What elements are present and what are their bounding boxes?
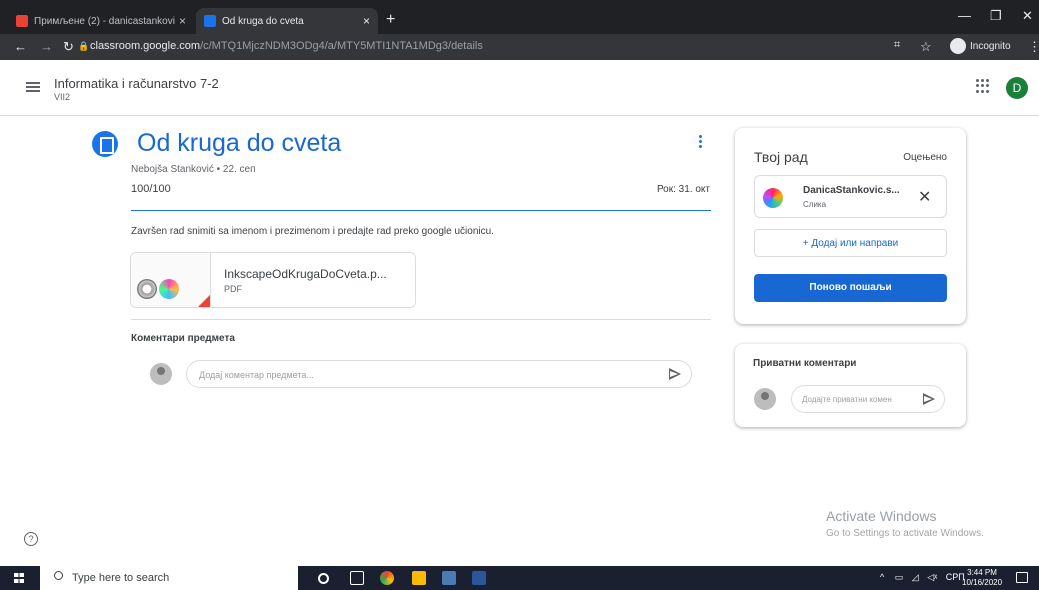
incognito-label: Incognito (970, 40, 1011, 52)
class-comments-label: Коментари предмета (131, 333, 235, 344)
close-tab-icon[interactable]: × (363, 14, 370, 28)
forward-icon[interactable]: → (40, 39, 53, 54)
assignment-description: Završen rad snimiti sa imenom i prezimen… (131, 226, 494, 237)
url-path: /c/MTQ1MjczNDM3ODg4/a/MTY5MTI1NTA1MDg3/d… (200, 40, 483, 52)
due-date: Рок: 31. окт (656, 184, 710, 195)
close-tab-icon[interactable]: × (179, 14, 186, 28)
restore-icon[interactable]: ❐ (990, 8, 1002, 24)
cortana-icon[interactable] (318, 573, 329, 584)
class-section: VII2 (54, 92, 71, 102)
reload-icon[interactable]: ↻ (63, 39, 74, 55)
tab-title: Od kruga do cveta (222, 15, 304, 27)
pdf-icon (196, 295, 210, 307)
taskbar-search[interactable]: Type here to search (40, 566, 298, 590)
assignment-meta: Nebojša Stanković • 22. сеп (131, 164, 256, 175)
chevron-up-icon[interactable]: ^ (880, 572, 884, 582)
windows-taskbar: Type here to search ^ ▭ ◿ ◁ᵡ СРП 3:44 PM… (0, 566, 1039, 590)
send-icon[interactable] (669, 368, 681, 380)
network-icon[interactable]: ◿ (912, 572, 919, 582)
divider (131, 210, 711, 211)
address-bar: ← → ↻ 🔒 classroom.google.com/c/MTQ1MjczN… (0, 34, 1039, 60)
translate-icon[interactable]: ⌗ (894, 39, 900, 52)
activate-windows-title: Activate Windows (826, 508, 937, 524)
new-tab-button[interactable]: + (386, 11, 395, 29)
lock-icon: 🔒 (78, 41, 90, 51)
notifications-icon[interactable] (1016, 572, 1028, 583)
url-field[interactable]: classroom.google.com/c/MTQ1MjczNDM3ODg4/… (90, 40, 483, 52)
assignment-title: Od kruga do cveta (137, 129, 342, 157)
file-name: DanicaStankovic.s... (803, 185, 900, 196)
system-tray: ^ ▭ ◿ ◁ᵡ СРП (880, 572, 965, 583)
clock-date: 10/16/2020 (962, 578, 1003, 587)
user-avatar (150, 363, 172, 385)
account-avatar[interactable]: D (1006, 77, 1028, 99)
attachment-name: InkscapeOdKrugaDoCveta.p... (224, 267, 387, 281)
attachment-card[interactable]: InkscapeOdKrugaDoCveta.p... PDF (130, 252, 416, 308)
file-explorer-icon[interactable] (412, 571, 426, 585)
your-work-card: Твој рад Оцењено DanicaStankovic.s... Сл… (735, 128, 966, 324)
tab-title: Примљене (2) - danicastankovic (34, 15, 175, 27)
search-icon (54, 571, 63, 580)
attachment-thumbnail (131, 253, 211, 307)
google-apps-icon[interactable] (976, 79, 990, 93)
class-comment-input[interactable]: Додај коментар предмета... (186, 360, 692, 388)
star-icon[interactable]: ☆ (920, 39, 932, 55)
attachment-type: PDF (224, 284, 242, 294)
incognito-indicator[interactable]: Incognito (950, 38, 1011, 54)
grade-status: Оцењено (903, 152, 947, 163)
gmail-icon (16, 15, 28, 27)
image-thumbnail (763, 188, 783, 208)
url-host: classroom.google.com (90, 40, 201, 52)
send-icon[interactable] (923, 393, 935, 405)
help-icon[interactable]: ? (24, 532, 38, 546)
resubmit-button[interactable]: Поново пошаљи (754, 274, 947, 302)
app-icon[interactable] (442, 571, 456, 585)
chrome-icon[interactable] (380, 571, 394, 585)
add-or-create-button[interactable]: + Додај или направи (754, 229, 947, 257)
private-comments-label: Приватни коментари (753, 358, 857, 369)
system-clock[interactable]: 3:44 PM 10/16/2020 (962, 568, 1002, 588)
incognito-icon (950, 38, 966, 54)
submitted-file[interactable]: DanicaStankovic.s... Слика ✕ (754, 175, 947, 218)
assignment-points: 100/100 (131, 183, 171, 195)
activate-windows-subtitle: Go to Settings to activate Windows. (826, 528, 984, 539)
search-placeholder: Type here to search (72, 572, 170, 584)
private-comment-input[interactable]: Додајте приватни комен (791, 385, 945, 413)
private-comments-card: Приватни коментари Додајте приватни коме… (735, 344, 966, 427)
back-icon[interactable]: ← (14, 39, 27, 54)
battery-icon[interactable]: ▭ (895, 572, 904, 582)
divider (131, 319, 711, 320)
clock-time: 3:44 PM (967, 568, 997, 577)
close-window-icon[interactable]: ✕ (1022, 8, 1033, 24)
hamburger-menu-icon[interactable] (26, 82, 40, 92)
menu-icon[interactable]: ⋮ (1028, 39, 1039, 55)
remove-file-icon[interactable]: ✕ (918, 187, 931, 207)
class-title[interactable]: Informatika i računarstvo 7-2 (54, 76, 219, 91)
minimize-icon[interactable]: — (958, 8, 971, 23)
browser-tab-strip: Примљене (2) - danicastankovic × Od krug… (0, 0, 1039, 34)
user-avatar (754, 388, 776, 410)
assignment-icon (92, 131, 118, 157)
classroom-icon (204, 15, 216, 27)
your-work-title: Твој рад (754, 149, 808, 165)
more-options-icon[interactable] (699, 135, 703, 151)
volume-icon[interactable]: ◁ᵡ (927, 572, 937, 582)
word-icon[interactable] (472, 571, 486, 585)
classroom-header: Informatika i računarstvo 7-2 VII2 D (0, 60, 1039, 116)
tab-classroom[interactable]: Od kruga do cveta × (196, 8, 378, 34)
task-view-icon[interactable] (350, 571, 364, 585)
windows-start-icon[interactable] (14, 573, 24, 583)
tab-gmail[interactable]: Примљене (2) - danicastankovic × (8, 8, 194, 34)
file-type: Слика (803, 200, 827, 209)
